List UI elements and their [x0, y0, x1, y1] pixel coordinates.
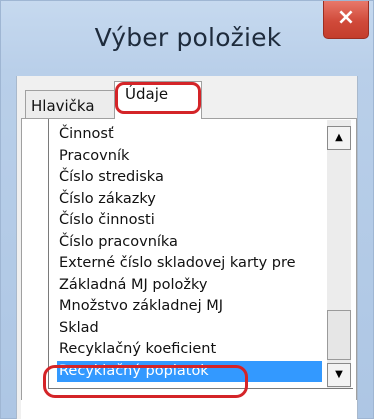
- close-icon: ×: [336, 5, 356, 30]
- items-listbox[interactable]: Činnosť Pracovník Číslo strediska Číslo …: [48, 119, 353, 389]
- list-item[interactable]: Recyklačný koeficient: [57, 339, 322, 361]
- close-button[interactable]: ×: [323, 1, 369, 39]
- list-item[interactable]: Sklad: [57, 318, 322, 340]
- tab-annotation-highlight: [115, 82, 201, 114]
- list-item[interactable]: Číslo strediska: [57, 167, 322, 189]
- window-title: Výber položiek: [94, 23, 282, 52]
- vertical-scrollbar[interactable]: ▲ ▼: [327, 120, 351, 388]
- list-item[interactable]: Číslo pracovníka: [57, 232, 322, 254]
- list-item[interactable]: Množstvo základnej MJ: [57, 296, 322, 318]
- tab-hlavicka-label: Hlavička: [31, 97, 95, 115]
- list-item[interactable]: Pracovník: [57, 146, 322, 168]
- arrow-up-icon: ▲: [335, 132, 343, 143]
- tab-hlavicka[interactable]: Hlavička: [25, 90, 117, 118]
- list-item[interactable]: Základná MJ položky: [57, 275, 322, 297]
- list-item[interactable]: Číslo zákazky: [57, 189, 322, 211]
- scroll-up-button[interactable]: ▲: [327, 126, 351, 150]
- title-bar[interactable]: Výber položiek: [1, 1, 373, 77]
- scroll-down-button[interactable]: ▼: [327, 363, 351, 387]
- scroll-thumb[interactable]: [327, 310, 351, 360]
- list-item[interactable]: Externé číslo skladovej karty pre: [57, 253, 322, 275]
- arrow-down-icon: ▼: [335, 369, 343, 380]
- list-items: Činnosť Pracovník Číslo strediska Číslo …: [57, 124, 322, 382]
- list-item[interactable]: Číslo činnosti: [57, 210, 322, 232]
- list-item[interactable]: Činnosť: [57, 124, 322, 146]
- panel-bottom: [21, 400, 357, 419]
- item-annotation-highlight: [43, 365, 248, 398]
